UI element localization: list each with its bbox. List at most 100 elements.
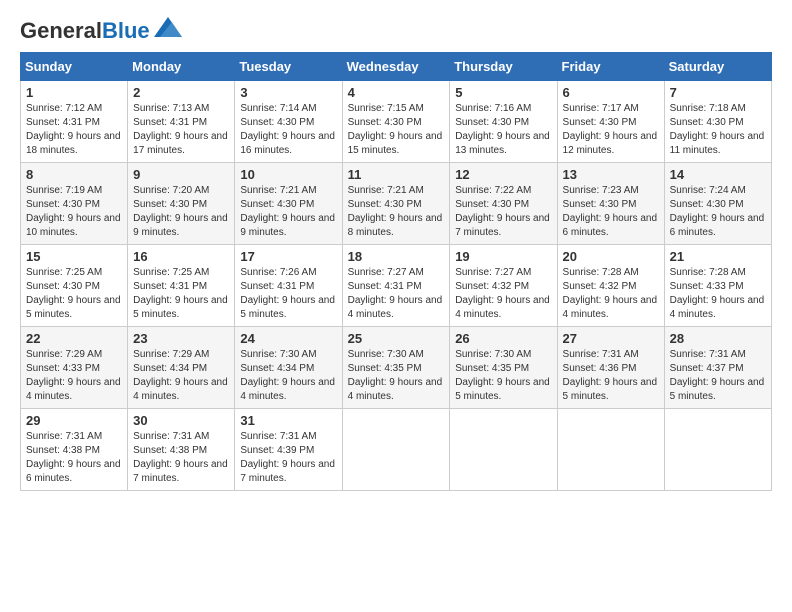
logo: GeneralBlue — [20, 20, 182, 42]
day-info: Sunrise: 7:31 AM Sunset: 4:37 PM Dayligh… — [670, 348, 766, 404]
calendar-week-1: 1 Sunrise: 7:12 AM Sunset: 4:31 PM Dayli… — [21, 81, 772, 163]
calendar-week-5: 29 Sunrise: 7:31 AM Sunset: 4:38 PM Dayl… — [21, 409, 772, 491]
day-header-friday: Friday — [557, 53, 664, 81]
page-header: GeneralBlue — [20, 20, 772, 42]
calendar-cell: 26 Sunrise: 7:30 AM Sunset: 4:35 PM Dayl… — [450, 327, 557, 409]
day-number: 22 — [26, 331, 122, 346]
day-number: 25 — [348, 331, 445, 346]
day-number: 4 — [348, 85, 445, 100]
day-info: Sunrise: 7:22 AM Sunset: 4:30 PM Dayligh… — [455, 184, 551, 240]
calendar-week-2: 8 Sunrise: 7:19 AM Sunset: 4:30 PM Dayli… — [21, 163, 772, 245]
day-header-sunday: Sunday — [21, 53, 128, 81]
day-number: 1 — [26, 85, 122, 100]
day-info: Sunrise: 7:27 AM Sunset: 4:31 PM Dayligh… — [348, 266, 445, 322]
calendar-cell: 1 Sunrise: 7:12 AM Sunset: 4:31 PM Dayli… — [21, 81, 128, 163]
calendar-cell: 2 Sunrise: 7:13 AM Sunset: 4:31 PM Dayli… — [128, 81, 235, 163]
day-number: 18 — [348, 249, 445, 264]
calendar-cell: 4 Sunrise: 7:15 AM Sunset: 4:30 PM Dayli… — [342, 81, 450, 163]
day-number: 14 — [670, 167, 766, 182]
day-number: 20 — [563, 249, 659, 264]
day-info: Sunrise: 7:31 AM Sunset: 4:36 PM Dayligh… — [563, 348, 659, 404]
calendar-cell: 25 Sunrise: 7:30 AM Sunset: 4:35 PM Dayl… — [342, 327, 450, 409]
day-info: Sunrise: 7:24 AM Sunset: 4:30 PM Dayligh… — [670, 184, 766, 240]
calendar-cell: 8 Sunrise: 7:19 AM Sunset: 4:30 PM Dayli… — [21, 163, 128, 245]
day-number: 3 — [240, 85, 336, 100]
logo-general: General — [20, 18, 102, 43]
calendar-cell: 30 Sunrise: 7:31 AM Sunset: 4:38 PM Dayl… — [128, 409, 235, 491]
day-number: 15 — [26, 249, 122, 264]
day-header-wednesday: Wednesday — [342, 53, 450, 81]
calendar: SundayMondayTuesdayWednesdayThursdayFrid… — [20, 52, 772, 491]
day-info: Sunrise: 7:14 AM Sunset: 4:30 PM Dayligh… — [240, 102, 336, 158]
day-info: Sunrise: 7:29 AM Sunset: 4:34 PM Dayligh… — [133, 348, 229, 404]
day-info: Sunrise: 7:31 AM Sunset: 4:39 PM Dayligh… — [240, 430, 336, 486]
calendar-cell: 14 Sunrise: 7:24 AM Sunset: 4:30 PM Dayl… — [664, 163, 771, 245]
day-number: 17 — [240, 249, 336, 264]
day-info: Sunrise: 7:17 AM Sunset: 4:30 PM Dayligh… — [563, 102, 659, 158]
day-info: Sunrise: 7:16 AM Sunset: 4:30 PM Dayligh… — [455, 102, 551, 158]
calendar-cell — [664, 409, 771, 491]
calendar-cell: 28 Sunrise: 7:31 AM Sunset: 4:37 PM Dayl… — [664, 327, 771, 409]
day-number: 2 — [133, 85, 229, 100]
day-number: 10 — [240, 167, 336, 182]
day-header-saturday: Saturday — [664, 53, 771, 81]
day-number: 31 — [240, 413, 336, 428]
day-number: 23 — [133, 331, 229, 346]
calendar-week-4: 22 Sunrise: 7:29 AM Sunset: 4:33 PM Dayl… — [21, 327, 772, 409]
calendar-cell: 24 Sunrise: 7:30 AM Sunset: 4:34 PM Dayl… — [235, 327, 342, 409]
calendar-cell: 21 Sunrise: 7:28 AM Sunset: 4:33 PM Dayl… — [664, 245, 771, 327]
calendar-week-3: 15 Sunrise: 7:25 AM Sunset: 4:30 PM Dayl… — [21, 245, 772, 327]
day-info: Sunrise: 7:18 AM Sunset: 4:30 PM Dayligh… — [670, 102, 766, 158]
day-number: 7 — [670, 85, 766, 100]
day-number: 5 — [455, 85, 551, 100]
day-number: 21 — [670, 249, 766, 264]
day-info: Sunrise: 7:25 AM Sunset: 4:30 PM Dayligh… — [26, 266, 122, 322]
day-info: Sunrise: 7:25 AM Sunset: 4:31 PM Dayligh… — [133, 266, 229, 322]
day-header-thursday: Thursday — [450, 53, 557, 81]
day-number: 8 — [26, 167, 122, 182]
calendar-cell: 13 Sunrise: 7:23 AM Sunset: 4:30 PM Dayl… — [557, 163, 664, 245]
day-header-monday: Monday — [128, 53, 235, 81]
calendar-cell: 27 Sunrise: 7:31 AM Sunset: 4:36 PM Dayl… — [557, 327, 664, 409]
day-number: 30 — [133, 413, 229, 428]
day-number: 29 — [26, 413, 122, 428]
day-number: 12 — [455, 167, 551, 182]
day-info: Sunrise: 7:30 AM Sunset: 4:34 PM Dayligh… — [240, 348, 336, 404]
day-info: Sunrise: 7:21 AM Sunset: 4:30 PM Dayligh… — [348, 184, 445, 240]
day-info: Sunrise: 7:19 AM Sunset: 4:30 PM Dayligh… — [26, 184, 122, 240]
day-info: Sunrise: 7:21 AM Sunset: 4:30 PM Dayligh… — [240, 184, 336, 240]
day-number: 6 — [563, 85, 659, 100]
calendar-cell — [450, 409, 557, 491]
day-info: Sunrise: 7:26 AM Sunset: 4:31 PM Dayligh… — [240, 266, 336, 322]
day-info: Sunrise: 7:28 AM Sunset: 4:33 PM Dayligh… — [670, 266, 766, 322]
calendar-cell: 3 Sunrise: 7:14 AM Sunset: 4:30 PM Dayli… — [235, 81, 342, 163]
day-info: Sunrise: 7:31 AM Sunset: 4:38 PM Dayligh… — [133, 430, 229, 486]
calendar-cell: 7 Sunrise: 7:18 AM Sunset: 4:30 PM Dayli… — [664, 81, 771, 163]
calendar-cell: 10 Sunrise: 7:21 AM Sunset: 4:30 PM Dayl… — [235, 163, 342, 245]
calendar-cell: 18 Sunrise: 7:27 AM Sunset: 4:31 PM Dayl… — [342, 245, 450, 327]
calendar-cell — [342, 409, 450, 491]
day-info: Sunrise: 7:15 AM Sunset: 4:30 PM Dayligh… — [348, 102, 445, 158]
calendar-cell: 31 Sunrise: 7:31 AM Sunset: 4:39 PM Dayl… — [235, 409, 342, 491]
calendar-cell: 5 Sunrise: 7:16 AM Sunset: 4:30 PM Dayli… — [450, 81, 557, 163]
calendar-cell: 11 Sunrise: 7:21 AM Sunset: 4:30 PM Dayl… — [342, 163, 450, 245]
day-number: 11 — [348, 167, 445, 182]
day-number: 27 — [563, 331, 659, 346]
day-info: Sunrise: 7:27 AM Sunset: 4:32 PM Dayligh… — [455, 266, 551, 322]
day-number: 16 — [133, 249, 229, 264]
calendar-cell: 19 Sunrise: 7:27 AM Sunset: 4:32 PM Dayl… — [450, 245, 557, 327]
day-info: Sunrise: 7:23 AM Sunset: 4:30 PM Dayligh… — [563, 184, 659, 240]
calendar-header-row: SundayMondayTuesdayWednesdayThursdayFrid… — [21, 53, 772, 81]
calendar-cell: 17 Sunrise: 7:26 AM Sunset: 4:31 PM Dayl… — [235, 245, 342, 327]
day-info: Sunrise: 7:31 AM Sunset: 4:38 PM Dayligh… — [26, 430, 122, 486]
calendar-cell: 12 Sunrise: 7:22 AM Sunset: 4:30 PM Dayl… — [450, 163, 557, 245]
calendar-cell — [557, 409, 664, 491]
day-number: 24 — [240, 331, 336, 346]
calendar-cell: 23 Sunrise: 7:29 AM Sunset: 4:34 PM Dayl… — [128, 327, 235, 409]
calendar-cell: 9 Sunrise: 7:20 AM Sunset: 4:30 PM Dayli… — [128, 163, 235, 245]
logo-text: GeneralBlue — [20, 20, 150, 42]
logo-icon — [154, 17, 182, 37]
day-number: 28 — [670, 331, 766, 346]
day-info: Sunrise: 7:30 AM Sunset: 4:35 PM Dayligh… — [348, 348, 445, 404]
calendar-cell: 6 Sunrise: 7:17 AM Sunset: 4:30 PM Dayli… — [557, 81, 664, 163]
